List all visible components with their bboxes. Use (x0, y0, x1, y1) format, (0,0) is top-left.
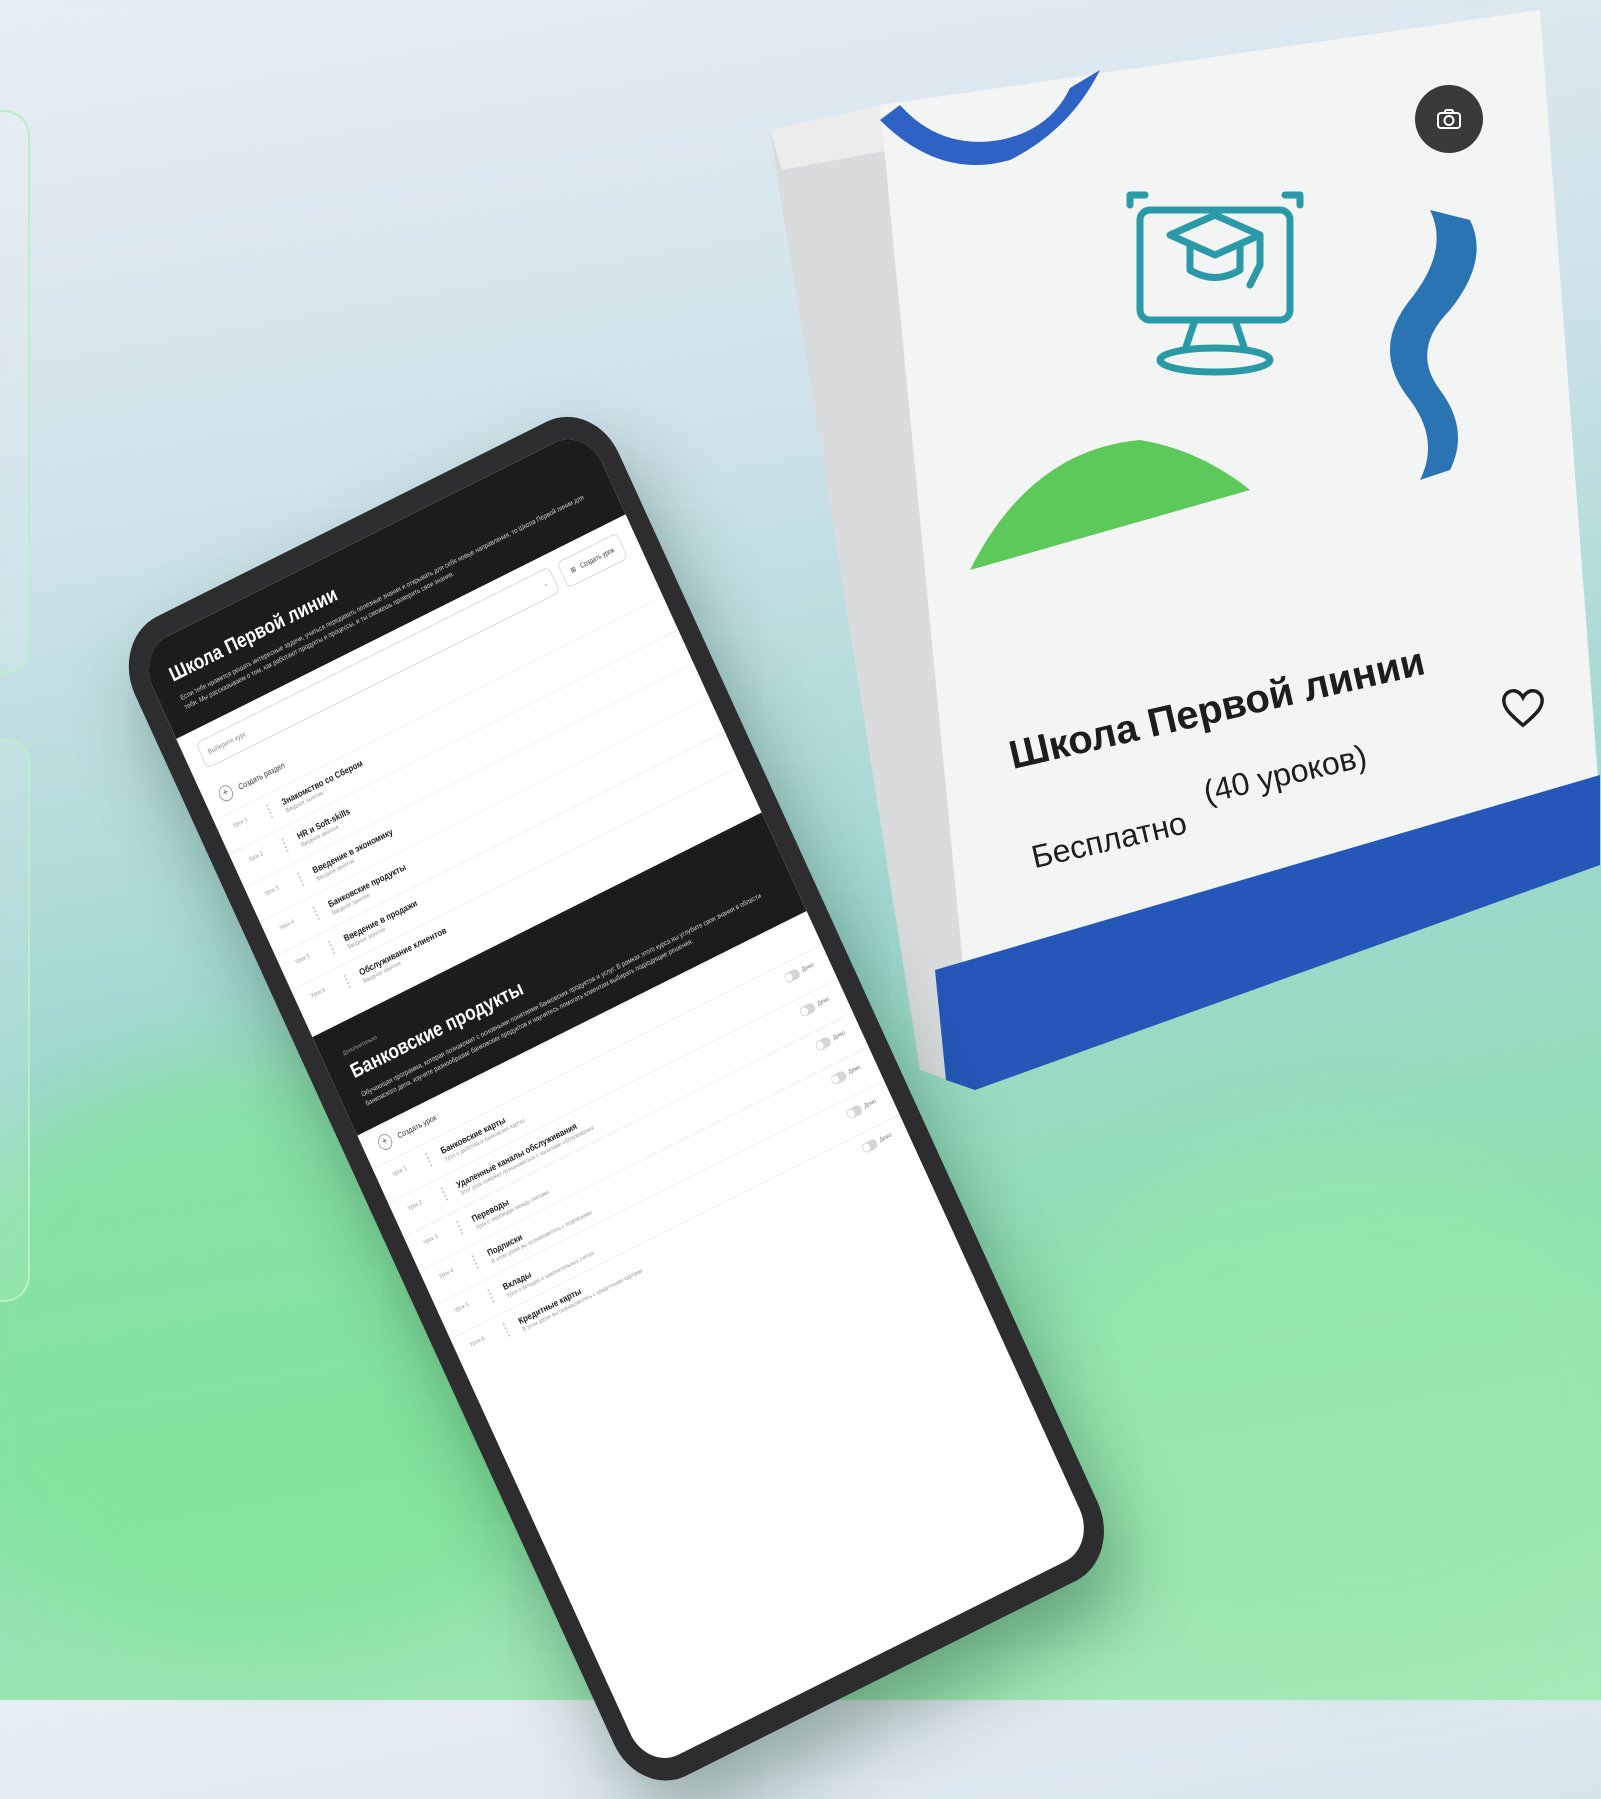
lesson-number: Урок 4 (278, 919, 296, 932)
drag-handle-icon[interactable] (471, 1252, 484, 1269)
drag-handle-icon[interactable] (440, 1184, 453, 1201)
toggle-label: Демо (878, 1132, 893, 1144)
lesson-number: Урок 1 (232, 817, 249, 830)
lesson-number: Урок 1 (391, 1165, 408, 1179)
demo-toggle[interactable]: Демо (783, 960, 816, 984)
plus-icon: + (375, 1131, 395, 1153)
camera-button[interactable] (1415, 85, 1483, 153)
chevron-down-icon: ⌄ (541, 579, 550, 589)
toggle-label: Демо (863, 1098, 878, 1110)
lesson-number: Урок 5 (453, 1301, 471, 1315)
side-card-frame (0, 110, 30, 674)
side-card-frame (0, 738, 30, 1302)
toggle-switch[interactable] (814, 1035, 833, 1052)
lesson-number: Урок 3 (422, 1233, 440, 1247)
demo-toggle[interactable]: Демо (798, 994, 832, 1018)
drag-handle-icon[interactable] (456, 1218, 469, 1235)
lesson-number: Урок 4 (438, 1267, 455, 1281)
toggle-label: Демо (847, 1064, 862, 1076)
toggle-label: Демо (832, 1030, 847, 1042)
drag-handle-icon[interactable] (327, 938, 341, 955)
drag-handle-icon[interactable] (487, 1286, 500, 1303)
heart-icon[interactable] (1500, 685, 1546, 731)
demo-toggle[interactable]: Демо (860, 1130, 894, 1155)
lesson-number: Урок 6 (469, 1335, 486, 1349)
background-glow (1050, 1150, 1601, 1650)
camera-icon (1437, 109, 1461, 129)
toggle-switch[interactable] (829, 1069, 848, 1086)
toggle-switch[interactable] (798, 1001, 817, 1018)
demo-toggle[interactable]: Демо (814, 1028, 847, 1052)
drag-handle-icon[interactable] (502, 1320, 515, 1337)
toggle-label: Демо (801, 962, 816, 974)
toggle-switch[interactable] (783, 967, 802, 984)
drag-handle-icon[interactable] (281, 835, 294, 852)
drag-handle-icon[interactable] (296, 870, 310, 886)
toggle-switch[interactable] (845, 1103, 864, 1121)
plus-icon: + (216, 782, 236, 804)
lesson-number: Урок 2 (407, 1199, 424, 1213)
drag-handle-icon[interactable] (343, 972, 356, 989)
drag-handle-icon[interactable] (265, 801, 278, 818)
lesson-number: Урок 3 (263, 885, 280, 898)
lesson-number: Урок 6 (310, 987, 327, 1000)
lesson-number: Урок 5 (294, 953, 311, 966)
lesson-number: Урок 2 (247, 851, 265, 864)
toggle-label: Демо (816, 996, 831, 1008)
drag-handle-icon[interactable] (312, 904, 325, 921)
toggle-switch[interactable] (860, 1137, 880, 1155)
demo-toggle[interactable]: Демо (845, 1096, 878, 1121)
add-icon: ⊞ (569, 565, 578, 575)
drag-handle-icon[interactable] (425, 1150, 438, 1167)
demo-toggle[interactable]: Демо (829, 1062, 863, 1086)
